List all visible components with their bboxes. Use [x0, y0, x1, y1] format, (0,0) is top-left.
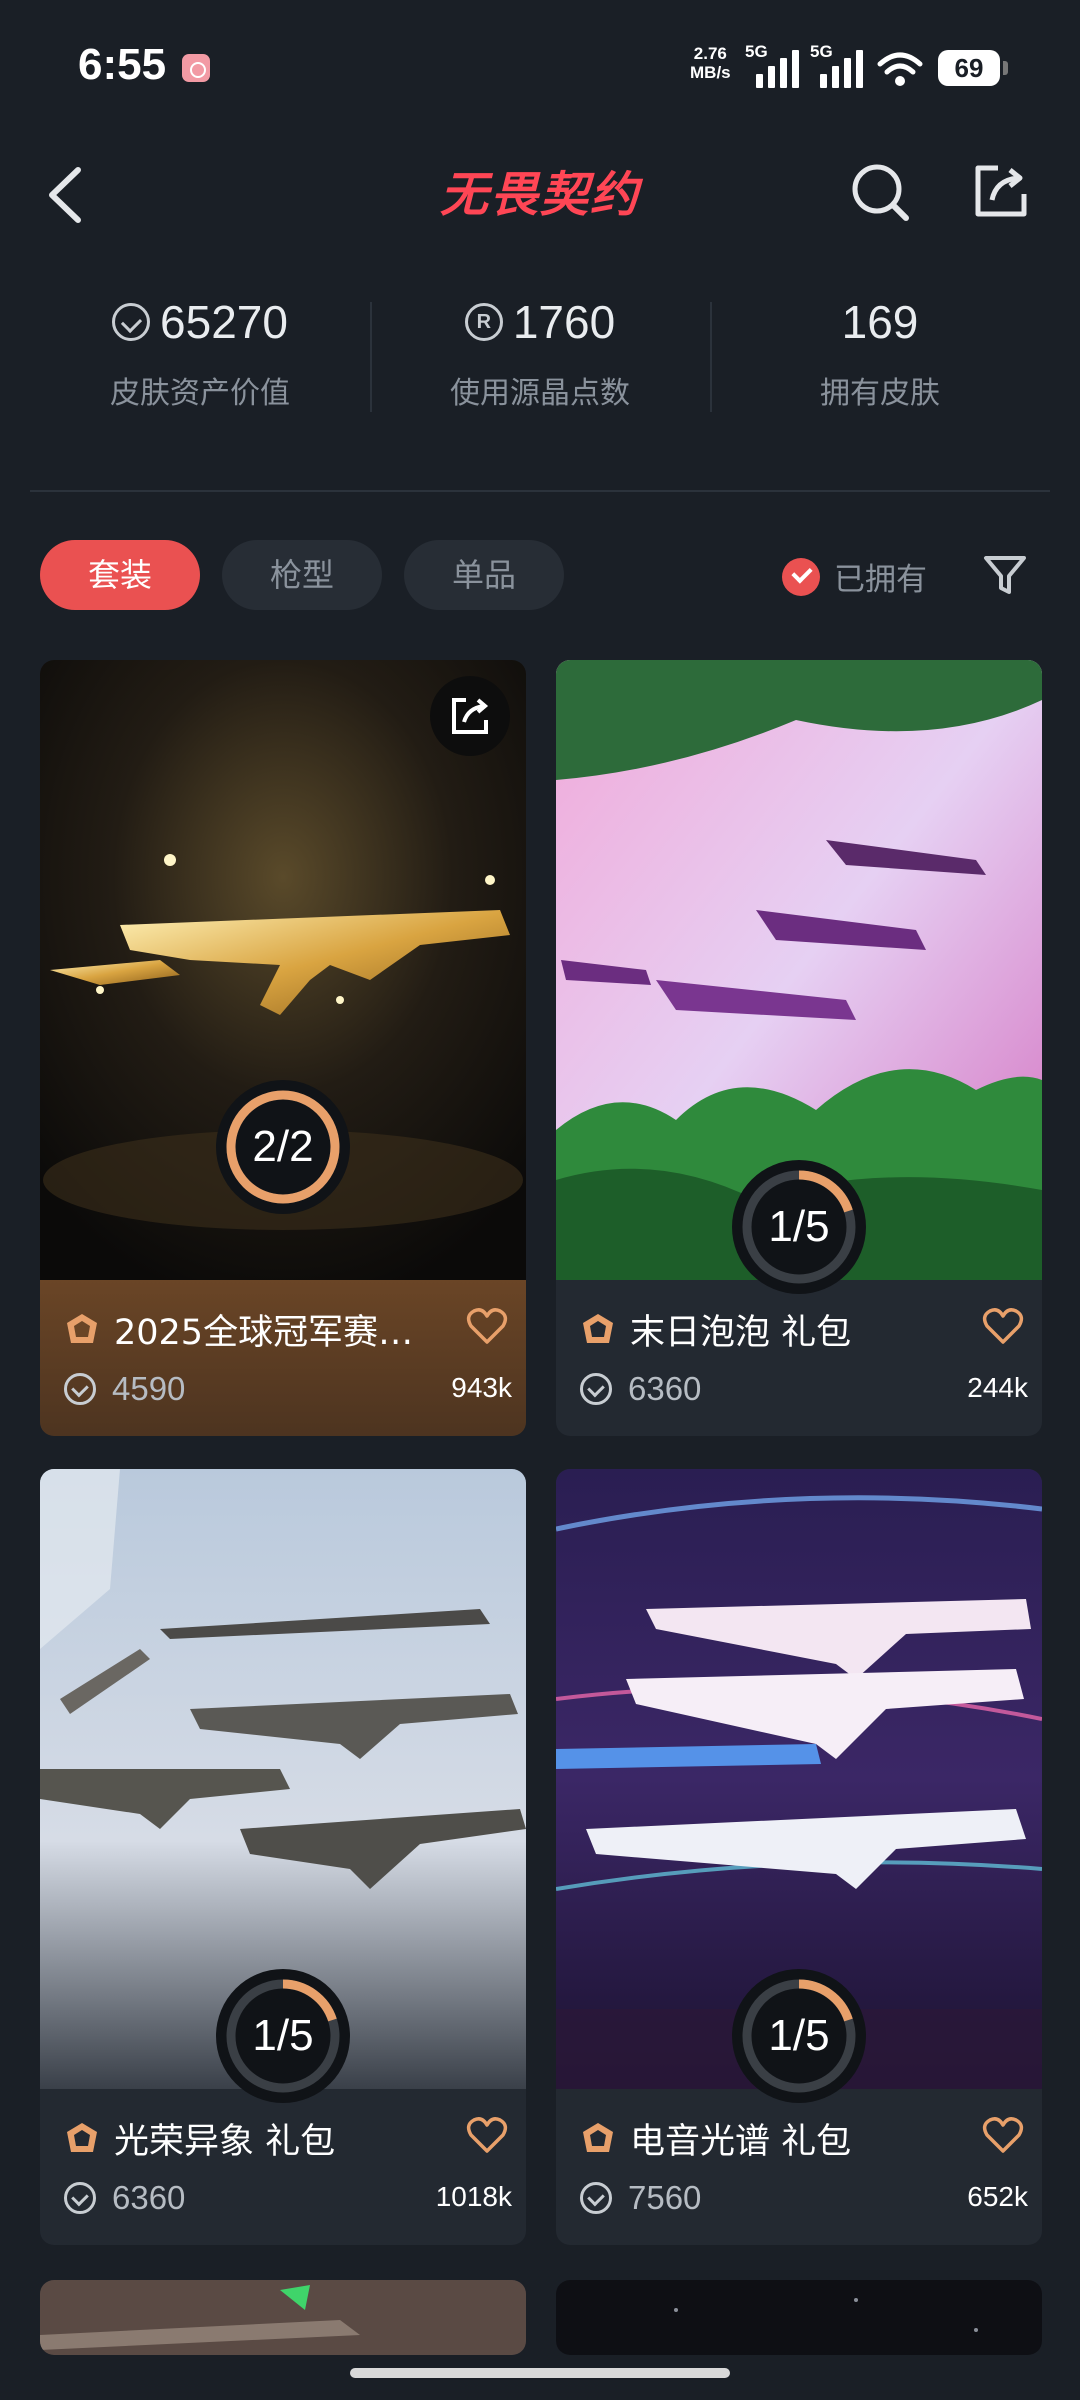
chip-single[interactable]: 单品	[404, 540, 564, 610]
radianite-icon: R	[464, 303, 503, 341]
owned-label: 已拥有	[834, 562, 927, 598]
app-header: 无畏契约	[0, 140, 1080, 250]
premium-tier-icon	[583, 2123, 613, 2152]
share-icon[interactable]	[968, 158, 1034, 224]
bundle-price: 6360	[628, 1370, 702, 1407]
stat-label: 拥有皮肤	[820, 376, 940, 411]
bundle-price: 7560	[628, 2179, 702, 2216]
likes-count: 652k	[967, 2181, 1028, 2212]
bundle-card[interactable]	[556, 2280, 1042, 2355]
progress-text: 2/2	[252, 1122, 314, 1171]
vp-coin-icon	[580, 1373, 612, 1405]
bundle-name: 2025全球冠军赛…	[114, 1312, 414, 1353]
bundle-name: 电音光谱 礼包	[630, 2121, 852, 2162]
network-speed-value: 2.76	[693, 44, 727, 63]
bundle-image	[40, 2280, 526, 2355]
collection-progress-ring: 2/2	[216, 1080, 350, 1214]
filter-icon[interactable]	[980, 550, 1030, 600]
vp-coin-icon	[580, 2182, 612, 2214]
checkbox-checked-icon[interactable]	[782, 557, 820, 596]
progress-text: 1/5	[252, 2011, 314, 2060]
heart-icon[interactable]	[982, 2115, 1024, 2155]
stat-value: 1760	[512, 296, 616, 348]
likes-count: 244k	[967, 1372, 1028, 1403]
stat-owned-skins: 169 拥有皮肤	[710, 290, 1050, 430]
premium-tier-icon	[67, 2123, 97, 2152]
owned-toggle[interactable]: 已拥有	[782, 554, 927, 599]
stat-label: 使用源晶点数	[450, 376, 630, 411]
home-indicator[interactable]	[350, 2368, 730, 2378]
bundle-card[interactable]: 1/5 电音光谱 礼包 7560 652k	[556, 1469, 1042, 2245]
vp-coin-icon	[64, 1373, 96, 1405]
bundle-card[interactable]: 2/2 2025全球冠军赛… 4590 943k	[40, 660, 526, 1436]
likes-count: 1018k	[435, 2181, 512, 2212]
stat-value: 169	[841, 296, 919, 348]
heart-icon[interactable]	[466, 2115, 508, 2155]
divider	[30, 490, 1050, 492]
vp-coin-icon	[64, 2182, 96, 2214]
premium-tier-icon	[67, 1314, 97, 1343]
premium-tier-icon	[583, 1314, 613, 1343]
battery-indicator: 69	[938, 50, 1008, 86]
notification-icon	[182, 54, 210, 82]
card-info: 末日泡泡 礼包 6360 244k	[556, 1280, 1042, 1436]
asset-stats: 65270 皮肤资产价值 R 1760 使用源晶点数 169 拥有皮肤	[30, 290, 1050, 430]
status-time: 6:55	[78, 40, 167, 89]
progress-text: 1/5	[768, 1202, 830, 1251]
collection-progress-ring: 1/5	[732, 1969, 866, 2103]
network-speed-unit: MB/s	[690, 63, 731, 82]
signal-icon	[756, 48, 799, 88]
filter-bar: 套装 枪型 单品 已拥有	[40, 540, 1040, 610]
stat-radianite: R 1760 使用源晶点数	[370, 290, 710, 430]
stat-label: 皮肤资产价值	[110, 376, 290, 411]
bundle-name: 光荣异象 礼包	[114, 2121, 336, 2162]
heart-icon[interactable]	[466, 1306, 508, 1346]
chip-bundle[interactable]: 套装	[40, 540, 200, 610]
status-bar: 6:55 2.76 MB/s 5G 5G 69	[0, 0, 1080, 130]
stat-skin-value: 65270 皮肤资产价值	[30, 290, 370, 430]
card-info: 2025全球冠军赛… 4590 943k	[40, 1280, 526, 1436]
card-info: 电音光谱 礼包 7560 652k	[556, 2089, 1042, 2245]
bundle-card[interactable]	[40, 2280, 526, 2355]
bundle-price: 4590	[112, 1370, 186, 1407]
card-share-button[interactable]	[430, 676, 510, 756]
vp-coin-icon	[112, 303, 151, 341]
share-icon	[452, 698, 489, 734]
search-icon[interactable]	[848, 160, 914, 226]
progress-text: 1/5	[768, 2011, 830, 2060]
stat-value: 65270	[160, 296, 288, 348]
likes-count: 943k	[451, 1372, 512, 1403]
bundle-price: 6360	[112, 2179, 186, 2216]
back-icon[interactable]	[40, 162, 100, 228]
page-title: 无畏契约	[439, 167, 640, 223]
bundle-name: 末日泡泡 礼包	[630, 1312, 852, 1353]
collection-progress-ring: 1/5	[216, 1969, 350, 2103]
wifi-icon	[877, 52, 923, 86]
collection-progress-ring: 1/5	[732, 1160, 866, 1294]
bundle-image	[556, 2280, 1042, 2355]
heart-icon[interactable]	[982, 1306, 1024, 1346]
signal-icon-2	[820, 48, 863, 88]
network-speed: 2.76 MB/s	[690, 44, 731, 82]
card-info: 光荣异象 礼包 6360 1018k	[40, 2089, 526, 2245]
bundle-card[interactable]: 1/5 末日泡泡 礼包 6360 244k	[556, 660, 1042, 1436]
chip-gun-type[interactable]: 枪型	[222, 540, 382, 610]
bundle-card[interactable]: 1/5 光荣异象 礼包 6360 1018k	[40, 1469, 526, 2245]
